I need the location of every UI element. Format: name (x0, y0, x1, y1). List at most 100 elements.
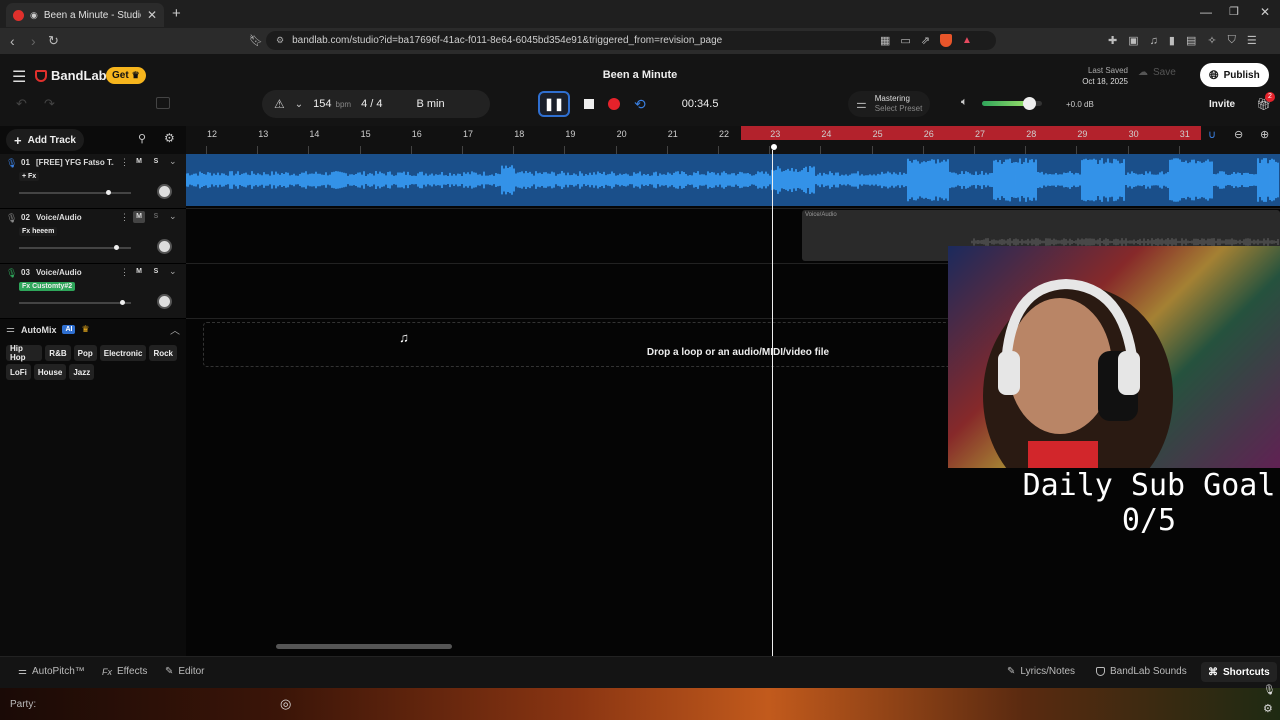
solo-button[interactable]: S (150, 156, 162, 168)
master-volume-slider[interactable] (982, 97, 1042, 110)
redo-icon[interactable]: ↷ (44, 96, 55, 112)
ai-icon[interactable]: ✧ (1207, 34, 1216, 47)
tuning-fork-icon[interactable]: ⚲ (138, 132, 146, 145)
speaker-icon[interactable]: 🔈︎ (961, 96, 968, 109)
genre-chip[interactable]: R&B (45, 345, 71, 361)
rewards-icon[interactable]: ▲ (962, 35, 972, 46)
genre-chip[interactable]: Rock (149, 345, 177, 361)
autopitch-button[interactable]: ⚌ AutoPitch™ (18, 666, 85, 677)
track-fx-button[interactable]: Fx Customty#2 (19, 282, 76, 291)
forward-icon[interactable]: › (31, 33, 36, 49)
back-icon[interactable]: ‹ (10, 33, 15, 49)
track-volume-knob[interactable] (119, 300, 125, 305)
get-membership-button[interactable]: Get ♛ (106, 67, 146, 84)
mic-icon[interactable]: 🎙︎ (1263, 685, 1276, 696)
shortcuts-button[interactable]: ⌘ Shortcuts (1201, 662, 1277, 682)
horizontal-scrollbar[interactable] (276, 644, 452, 649)
track-expand-icon[interactable]: ⌄ (169, 211, 177, 222)
loop-button[interactable]: ⟲ (634, 96, 646, 113)
undo-icon[interactable]: ↶ (16, 96, 27, 112)
bpm-value[interactable]: 154 (313, 98, 331, 110)
settings-gear-icon[interactable]: ⚙ (1263, 702, 1273, 715)
record-button[interactable] (608, 98, 620, 110)
tracks-settings-icon[interactable]: ⚙ (164, 131, 175, 145)
time-signature[interactable]: 4 / 4 (361, 98, 382, 110)
mute-button[interactable]: M (133, 266, 145, 278)
track-name[interactable]: [FREE] YFG Fatso T... (36, 158, 114, 167)
music-icon[interactable]: ♫ (1150, 35, 1158, 47)
mastering-button[interactable]: ⚌ Mastering Select Preset (848, 91, 931, 117)
invite-button[interactable]: Invite (1209, 99, 1235, 110)
effects-button[interactable]: Fx Effects (102, 666, 147, 677)
genre-chip[interactable]: Electronic (99, 345, 147, 361)
automix-collapse-icon[interactable]: ︿ (170, 322, 180, 337)
bookmark-icon[interactable]: 🔖︎ (249, 34, 263, 47)
track-pan-knob[interactable] (157, 294, 172, 309)
track-expand-icon[interactable]: ⌄ (169, 266, 177, 277)
publish-button[interactable]: 🌐︎ Publish (1200, 63, 1269, 87)
key-signature[interactable]: B min (416, 98, 444, 110)
lane-1[interactable] (186, 154, 1280, 209)
track-fx-button[interactable]: + Fx (19, 172, 40, 181)
project-title[interactable]: Been a Minute (540, 69, 740, 81)
genre-chip[interactable]: Jazz (69, 364, 95, 380)
menu-icon[interactable]: ☰ (1247, 34, 1257, 47)
timeline-ruler[interactable]: 12 13 14 15 16 17 18 19 20 21 22 23 24 25 26 27 28 29 30 31… (186, 126, 1280, 154)
track-header[interactable]: 🎙︎ 01 [FREE] YFG Fatso T... ⋮ M S ⌄ + Fx (0, 154, 186, 209)
track-pan-knob[interactable] (157, 184, 172, 199)
tabs-icon[interactable]: ▤ (1186, 34, 1196, 47)
solo-button[interactable]: S (150, 211, 162, 223)
audio-playing-icon[interactable]: ◉ (30, 10, 38, 21)
track-name[interactable]: Voice/Audio (36, 213, 114, 222)
bandlab-logo[interactable]: BandLab (35, 68, 107, 83)
snap-magnet-icon[interactable]: ∪ (1208, 128, 1216, 141)
solo-button[interactable]: S (150, 266, 162, 278)
url-text[interactable]: bandlab.com/studio?id=ba17696f-41ac-f011… (292, 35, 722, 46)
wallet-icon[interactable]: ▣ (1128, 34, 1138, 47)
track-volume-knob[interactable] (114, 245, 120, 250)
editor-button[interactable]: ✎ Editor (165, 666, 205, 677)
track-more-icon[interactable]: ⋮ (120, 212, 129, 223)
stop-button[interactable] (584, 99, 594, 109)
clip-icon[interactable] (156, 97, 170, 109)
extensions-icon[interactable]: ✚ (1108, 34, 1117, 47)
metronome-icon[interactable]: ⚠ (274, 97, 285, 111)
close-tab-icon[interactable]: ✕ (147, 8, 157, 22)
track-volume-slider[interactable] (19, 300, 131, 305)
drop-zone[interactable]: ♫ Drop a loop or an audio/MIDI/video fil… (203, 322, 963, 367)
track-volume-slider[interactable] (19, 190, 131, 195)
browser-tab[interactable]: ◉ Been a Minute - Studio ✕ (6, 3, 164, 27)
track-header[interactable]: 🎙︎ 03 Voice/Audio ⋮ M S ⌄ Fx Customty#2 (0, 264, 186, 319)
save-button[interactable]: ☁ Save (1138, 67, 1176, 78)
genre-chip[interactable]: LoFi (6, 364, 31, 380)
hamburger-menu-icon[interactable]: ☰ (12, 67, 26, 87)
genre-chip[interactable]: Pop (73, 345, 97, 361)
track-fx-button[interactable]: Fx heeem (19, 227, 58, 236)
beat-region[interactable] (186, 154, 1280, 206)
reader-icon[interactable]: ▦ (880, 34, 890, 47)
new-tab-button[interactable]: + (172, 5, 181, 22)
share-icon[interactable]: ⇗ (921, 34, 930, 47)
mute-button[interactable]: M (133, 156, 145, 168)
track-header[interactable]: 🎙︎ 02 Voice/Audio ⋮ M S ⌄ Fx heeem (0, 209, 186, 264)
genre-chip[interactable]: Hip Hop (6, 344, 43, 362)
pause-button[interactable]: ❚❚ (538, 91, 570, 117)
close-window-icon[interactable]: ✕ (1260, 5, 1270, 19)
screenshot-icon[interactable]: ▭ (900, 34, 910, 47)
vpn-icon[interactable]: ⛉ (1228, 34, 1236, 47)
track-expand-icon[interactable]: ⌄ (169, 156, 177, 167)
master-volume-knob[interactable] (1022, 97, 1036, 110)
genre-chip[interactable]: House (33, 364, 67, 380)
zoom-out-icon[interactable]: ⊖ (1234, 128, 1243, 141)
reload-icon[interactable]: ↻ (48, 33, 59, 49)
track-volume-slider[interactable] (19, 245, 131, 250)
track-more-icon[interactable]: ⋮ (120, 157, 129, 168)
track-pan-knob[interactable] (157, 239, 172, 254)
mute-button[interactable]: M (133, 211, 145, 223)
sidebar-icon[interactable]: ▮ (1169, 34, 1175, 47)
maximize-window-icon[interactable]: ❐ (1229, 5, 1239, 18)
track-volume-knob[interactable] (106, 190, 112, 195)
zoom-in-icon[interactable]: ⊕ (1260, 128, 1269, 141)
brave-shield-icon[interactable] (940, 34, 953, 47)
minimize-window-icon[interactable]: — (1200, 5, 1212, 19)
